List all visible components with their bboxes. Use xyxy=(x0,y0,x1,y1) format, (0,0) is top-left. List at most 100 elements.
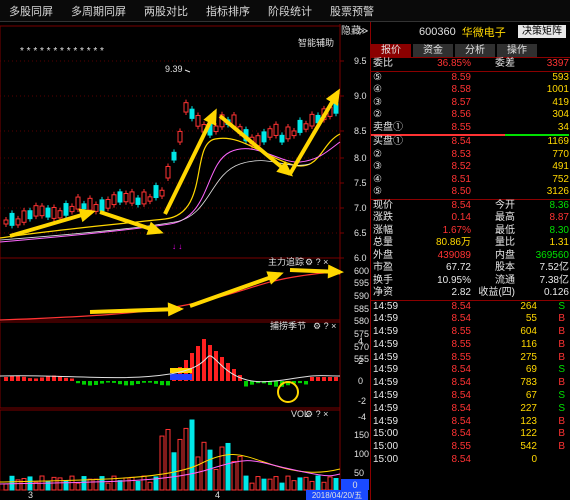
tab-analysis[interactable]: 分析 xyxy=(455,44,495,57)
volume-bar xyxy=(255,476,261,491)
arrow-mf-1-head xyxy=(167,302,184,317)
stat-label: 内盘 xyxy=(495,249,515,261)
price-tick: 8.0 xyxy=(354,153,367,163)
candle-body xyxy=(195,115,201,127)
bull-bar-blue xyxy=(170,374,192,380)
mf-tick: 595 xyxy=(354,278,369,288)
panel-border xyxy=(0,321,341,409)
stat-label: 收益(四) xyxy=(478,287,515,298)
order-level-label: ⑤ xyxy=(373,71,382,83)
tick-time: 14:59 xyxy=(373,326,399,338)
stat-value: 1.31 xyxy=(549,237,569,248)
bull-bar xyxy=(64,377,68,381)
tick-row: 14:59 8.54 123 B xyxy=(371,416,570,429)
tab-stage-stats[interactable]: 阶段统计 xyxy=(259,3,321,19)
volume-bar xyxy=(183,427,189,491)
bull-season-label: 捕捞季节 xyxy=(270,320,306,331)
tick-volume: 783 xyxy=(520,377,537,389)
stat-value: 2.82 xyxy=(451,287,471,298)
order-price: 8.53 xyxy=(451,148,471,160)
order-spacer xyxy=(471,72,515,85)
tab-funds[interactable]: 资金 xyxy=(413,44,453,57)
candle-body xyxy=(147,196,153,202)
volume-bar xyxy=(297,477,303,491)
volume-bar xyxy=(81,476,87,491)
buy-order-row: 买盘① 8.54 1169 xyxy=(371,136,570,149)
tab-multi-stock[interactable]: 多股同屏 xyxy=(0,3,62,19)
stat-value: 10.95% xyxy=(437,274,471,286)
candle-body xyxy=(45,207,51,218)
volume-bar xyxy=(141,475,147,491)
tab-operate[interactable]: 操作 xyxy=(497,44,537,57)
bull-tick: -2 xyxy=(358,396,366,406)
order-price: 8.54 xyxy=(451,136,471,147)
sell-order-row: ③ 8.57 419 xyxy=(371,97,570,110)
tick-row: 14:59 8.54 67 S xyxy=(371,390,570,403)
volume-bar xyxy=(285,475,291,491)
stock-terminal: 多股同屏 多周期同屏 两股对比 指标排序 阶段统计 股票预警 隐藏 ≫ * * * … xyxy=(0,0,570,500)
stat-row: 外盘 439089 内盘 369560 xyxy=(371,250,570,263)
tab-compare[interactable]: 两股对比 xyxy=(135,3,197,19)
tick-list[interactable]: 14:59 8.54 264 S 14:59 8.54 55 B 14:59 8.55 604 B 14… xyxy=(371,301,570,467)
bull-tick: 4 xyxy=(358,336,363,346)
tick-row: 15:00 8.55 542 B xyxy=(371,441,570,454)
tick-time: 14:59 xyxy=(373,364,399,376)
volume-bar xyxy=(93,478,99,491)
tick-price: 8.54 xyxy=(451,402,471,414)
volume-bar xyxy=(147,481,153,491)
stat-label: 总量 xyxy=(373,237,393,248)
candle-body xyxy=(159,189,165,197)
price-tick: 6.5 xyxy=(354,228,367,238)
candle-body xyxy=(153,185,159,199)
tick-row: 14:59 8.55 116 B xyxy=(371,339,570,352)
tick-time: 14:59 xyxy=(373,415,399,427)
candle-body xyxy=(177,130,183,143)
vol-tick: 50 xyxy=(354,468,364,478)
tick-direction: S xyxy=(558,402,565,414)
arrow-price-2-head xyxy=(146,221,164,235)
bull-bar xyxy=(310,377,314,381)
tab-indicator-sort[interactable]: 指标排序 xyxy=(197,3,259,19)
bull-bar xyxy=(124,381,128,386)
order-level-label: ③ xyxy=(373,96,382,108)
order-ratio-row: 委比 36.85% 委差 3397 xyxy=(373,58,569,69)
candle-body xyxy=(9,212,15,226)
bull-tick: 2 xyxy=(358,356,363,366)
volume-bar xyxy=(195,456,201,491)
volume-bar xyxy=(207,449,213,491)
stat-label: 市盈 xyxy=(373,262,393,273)
bull-bar xyxy=(142,381,146,383)
tick-price: 8.55 xyxy=(451,351,471,363)
volume-bar xyxy=(225,442,231,491)
bull-bar xyxy=(244,381,248,387)
quote-tabs: 报价 资金 分析 操作 xyxy=(371,44,570,58)
volume-bar xyxy=(75,482,81,491)
x-label: 4 xyxy=(215,490,220,500)
tick-price: 8.54 xyxy=(451,313,471,325)
tab-quote[interactable]: 报价 xyxy=(371,44,411,57)
stat-value: 8.54 xyxy=(451,199,471,211)
tick-price: 8.54 xyxy=(451,454,471,466)
bull-bar xyxy=(58,376,62,381)
arrow-mf-3-head xyxy=(327,264,344,279)
tab-multi-period[interactable]: 多周期同屏 xyxy=(62,3,135,19)
bull-bar xyxy=(304,381,308,385)
buy-order-row: ④ 8.51 752 xyxy=(371,174,570,187)
volume-bar xyxy=(291,480,297,491)
candle-body xyxy=(93,204,99,212)
sell-order-row: ④ 8.58 1001 xyxy=(371,84,570,97)
stat-label: 最低 xyxy=(495,224,515,236)
tab-stock-alert[interactable]: 股票预警 xyxy=(321,3,383,19)
kline-chart-area[interactable]: 隐藏≫* * * * * * * * * * * * *智能辅助9.59.08.… xyxy=(0,24,370,500)
bull-bar xyxy=(334,377,338,381)
tick-volume: 116 xyxy=(521,338,537,350)
buy-orders: 买盘① 8.54 1169 ② 8.53 770 ③ 8.52 491 ④ 8.51 752 ⑤ 8.50… xyxy=(371,136,570,199)
order-level-label: 买盘① xyxy=(373,136,403,147)
bull-bar xyxy=(136,381,140,384)
decision-matrix-button[interactable]: 决策矩阵 xyxy=(518,25,566,38)
tick-time: 14:59 xyxy=(373,402,399,414)
volume-bar xyxy=(3,483,9,491)
order-spacer xyxy=(471,122,515,135)
quote-header: 600360 华微电子 决策矩阵 xyxy=(371,22,570,42)
buy-order-row: ⑤ 8.50 3126 xyxy=(371,186,570,199)
